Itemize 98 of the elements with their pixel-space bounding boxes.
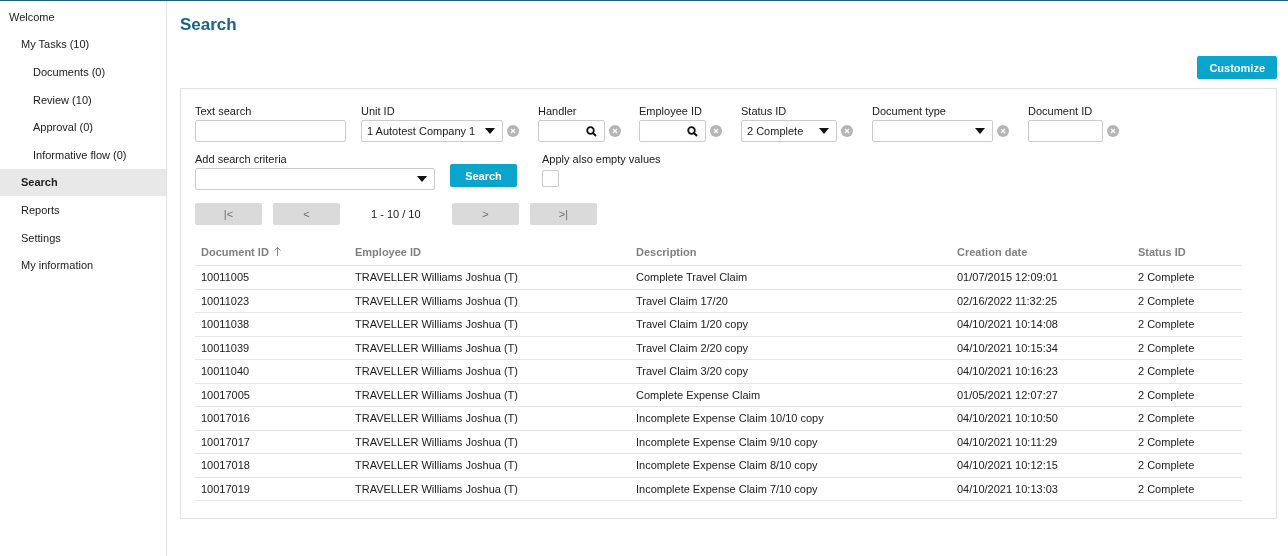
table-cell: Complete Travel Claim [630,265,951,289]
select-field[interactable]: 1 Autotest Company 1 [361,120,503,142]
checkbox-label: Apply also empty values [542,153,661,165]
caret-icon [485,128,495,134]
search-icon [687,125,698,137]
sidebar-item[interactable]: Review (10) [0,85,166,114]
table-cell: TRAVELLER Williams Joshua (T) [349,383,630,407]
field-label: Add search criteria [195,153,288,165]
field-label: Status ID [741,105,788,117]
table-cell: 2 Complete [1132,453,1242,477]
table-cell: 04/10/2021 10:15:34 [951,336,1132,360]
column-header[interactable]: Description [630,239,951,266]
table-cell: Incomplete Expense Claim 7/10 copy [630,477,951,501]
table-cell: Travel Claim 1/20 copy [630,312,951,336]
table-cell: TRAVELLER Williams Joshua (T) [349,359,630,383]
table-cell: 10017016 [195,406,349,430]
lookup-field[interactable] [538,120,605,142]
field-label: Handler [538,105,578,117]
input-field[interactable] [1028,120,1103,142]
table-cell: 2 Complete [1132,383,1242,407]
table-cell: Travel Claim 3/20 copy [630,359,951,383]
table-cell: 04/10/2021 10:13:03 [951,477,1132,501]
field-label: Document type [872,105,947,117]
table-cell: TRAVELLER Williams Joshua (T) [349,453,630,477]
column-header[interactable]: Creation date [951,239,1132,266]
table-cell: Travel Claim 2/20 copy [630,336,951,360]
sidebar-item[interactable]: My information [0,251,166,279]
table-cell: 10017005 [195,383,349,407]
up-arrow-icon [273,247,281,256]
table-cell: TRAVELLER Williams Joshua (T) [349,265,630,289]
clear-icon[interactable] [841,125,853,137]
table-cell: 2 Complete [1132,359,1242,383]
table-cell: 2 Complete [1132,406,1242,430]
checkbox[interactable] [542,170,559,187]
table-cell: 04/10/2021 10:12:15 [951,453,1132,477]
clear-icon[interactable] [1107,125,1119,137]
sidebar-item[interactable]: Documents (0) [0,58,166,86]
table-cell: 2 Complete [1132,336,1242,360]
sidebar-item[interactable]: Search [0,168,166,197]
lookup-field[interactable] [639,120,706,142]
sidebar-item[interactable]: Settings [0,223,166,252]
field-label: Text search [195,105,253,117]
table-cell: TRAVELLER Williams Joshua (T) [349,312,630,336]
table-cell: 10011040 [195,359,349,383]
table-cell: 2 Complete [1132,265,1242,289]
field-label: Unit ID [361,105,396,117]
clear-icon[interactable] [507,125,519,137]
clear-icon[interactable] [609,125,621,137]
column-header[interactable]: Document ID [195,239,349,266]
table-cell: Travel Claim 17/20 [630,289,951,313]
table-cell: 2 Complete [1132,289,1242,313]
field-label: Document ID [1028,105,1094,117]
table-cell: 2 Complete [1132,430,1242,454]
table-cell: 10017019 [195,477,349,501]
table-cell: 10011039 [195,336,349,360]
search-icon [586,125,597,137]
table-cell: 10017018 [195,453,349,477]
table-cell: Incomplete Expense Claim 9/10 copy [630,430,951,454]
field-label: Employee ID [639,105,703,117]
table-cell: 02/16/2022 11:32:25 [951,289,1132,313]
table-cell: 04/10/2021 10:16:23 [951,359,1132,383]
sidebar-item[interactable]: Reports [0,196,166,224]
page-range: 1 - 10 / 10 [370,208,422,220]
table-cell: TRAVELLER Williams Joshua (T) [349,430,630,454]
table-cell: TRAVELLER Williams Joshua (T) [349,406,630,430]
column-header[interactable]: Employee ID [349,239,630,266]
table-cell: 01/07/2015 12:09:01 [951,265,1132,289]
sidebar-item[interactable]: Approval (0) [0,113,166,141]
table-cell: 2 Complete [1132,312,1242,336]
table-cell: Incomplete Expense Claim 8/10 copy [630,453,951,477]
page-title: Search [180,15,238,35]
sidebar-item[interactable]: Informative flow (0) [0,140,166,169]
clear-icon[interactable] [710,125,722,137]
caret-icon [975,128,985,134]
table-cell: 10011038 [195,312,349,336]
input-field[interactable] [195,120,346,142]
table-cell: Incomplete Expense Claim 10/10 copy [630,406,951,430]
table-cell: 04/10/2021 10:14:08 [951,312,1132,336]
table-cell: 04/10/2021 10:10:50 [951,406,1132,430]
table-cell: 10011023 [195,289,349,313]
table-cell: Complete Expense Claim [630,383,951,407]
select-field[interactable]: 2 Complete [741,120,837,142]
table-cell: 10011005 [195,265,349,289]
table-cell: TRAVELLER Williams Joshua (T) [349,477,630,501]
caret-icon [417,176,427,182]
table-cell: 04/10/2021 10:11:29 [951,430,1132,454]
table-cell: 01/05/2021 12:07:27 [951,383,1132,407]
sidebar-item[interactable]: Welcome [0,3,166,31]
table-cell: TRAVELLER Williams Joshua (T) [349,336,630,360]
caret-icon [819,128,829,134]
select-field[interactable] [195,168,435,190]
sidebar-item[interactable]: My Tasks (10) [0,30,166,59]
clear-icon[interactable] [997,125,1009,137]
table-cell: TRAVELLER Williams Joshua (T) [349,289,630,313]
table-cell: 10017017 [195,430,349,454]
select-field[interactable] [872,120,993,142]
table-cell: 2 Complete [1132,477,1242,501]
column-header[interactable]: Status ID [1132,239,1242,266]
